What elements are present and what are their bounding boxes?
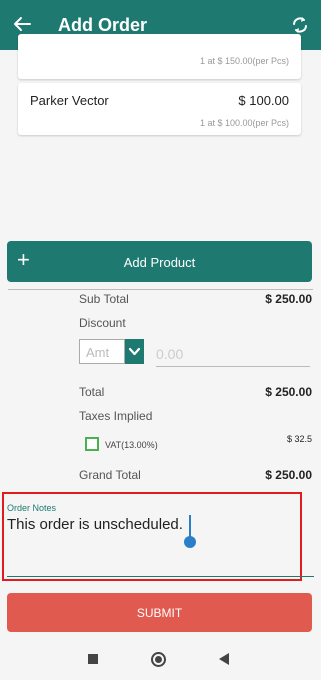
total-label: Total xyxy=(79,385,105,399)
discount-value-input[interactable]: 0.00 xyxy=(156,346,310,367)
chevron-down-icon xyxy=(128,347,141,356)
vat-value: $ 32.5 xyxy=(286,434,312,444)
product-card[interactable]: 1 at $ 150.00(per Pcs) xyxy=(18,34,301,79)
submit-button[interactable]: SUBMIT xyxy=(7,593,312,632)
subtotal-value: $ 250.00 xyxy=(265,292,312,306)
system-nav-bar xyxy=(0,640,321,680)
vat-label: VAT(13.00%) xyxy=(105,440,158,450)
text-cursor-handle[interactable] xyxy=(184,536,196,548)
recent-apps-icon[interactable] xyxy=(88,654,98,664)
subtotal-label: Sub Total xyxy=(79,292,129,306)
grand-total-label: Grand Total xyxy=(79,468,141,482)
text-cursor xyxy=(189,515,191,537)
product-name: Parker Vector xyxy=(30,93,109,108)
product-price: $ 100.00 xyxy=(238,93,289,108)
order-notes-label: Order Notes xyxy=(7,503,57,513)
order-notes-input[interactable]: This order is unscheduled. xyxy=(7,516,183,533)
divider xyxy=(8,289,313,290)
back-icon[interactable] xyxy=(219,653,229,665)
total-value: $ 250.00 xyxy=(265,385,312,399)
discount-type-select[interactable]: Amt xyxy=(79,339,125,364)
product-detail: 1 at $ 150.00(per Pcs) xyxy=(199,56,289,66)
order-notes-underline xyxy=(7,576,314,577)
arrow-left-icon[interactable] xyxy=(12,14,32,34)
discount-type-dropdown[interactable] xyxy=(125,339,144,364)
add-product-button[interactable]: + Add Product xyxy=(7,241,312,282)
home-icon[interactable] xyxy=(151,652,166,667)
product-card[interactable]: Parker Vector $ 100.00 1 at $ 100.00(per… xyxy=(18,83,301,135)
discount-label: Discount xyxy=(79,316,126,330)
sync-icon[interactable] xyxy=(289,14,311,36)
add-product-label: Add Product xyxy=(123,255,196,270)
page-title: Add Order xyxy=(58,15,148,35)
taxes-label: Taxes Implied xyxy=(79,409,153,423)
vat-checkbox[interactable] xyxy=(85,437,99,451)
grand-total-value: $ 250.00 xyxy=(265,468,312,482)
product-detail: 1 at $ 100.00(per Pcs) xyxy=(199,118,289,128)
